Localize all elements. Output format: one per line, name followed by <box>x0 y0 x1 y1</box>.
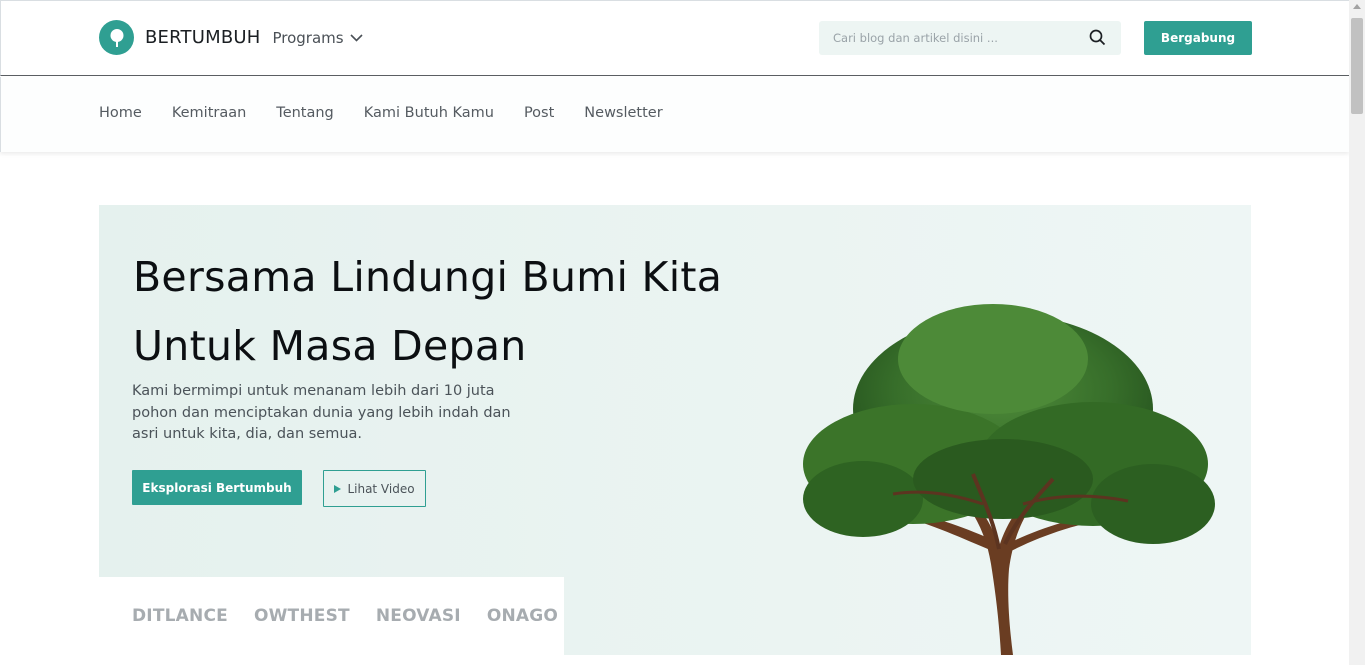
scroll-up-icon[interactable] <box>1353 4 1361 9</box>
partner-logo: OWTHEST <box>253 606 350 626</box>
chevron-down-icon <box>350 33 363 42</box>
explore-button[interactable]: Eksplorasi Bertumbuh <box>132 470 302 505</box>
watch-video-button[interactable]: Lihat Video <box>323 470 426 507</box>
partner-logo: NEOVASI <box>375 606 461 626</box>
search-icon[interactable] <box>1089 29 1106 50</box>
join-button[interactable]: Bergabung <box>1144 21 1252 55</box>
hero-description: Kami bermimpi untuk menanam lebih dari 1… <box>132 383 511 442</box>
partner-logo: DITLANCE <box>132 606 228 626</box>
search-input[interactable] <box>819 21 1079 55</box>
nav-item-newsletter[interactable]: Newsletter <box>584 105 662 121</box>
hero-title: Bersama Lindungi Bumi Kita Untuk Masa De… <box>133 243 833 381</box>
nav-item-post[interactable]: Post <box>524 105 554 121</box>
nav-item-kami-butuh-kamu[interactable]: Kami Butuh Kamu <box>364 105 494 121</box>
hero-title-line-2: Untuk Masa Depan <box>133 322 527 370</box>
search-box <box>819 21 1121 55</box>
partner-logo: ONAGO <box>486 606 559 626</box>
watch-video-label: Lihat Video <box>347 481 415 496</box>
tree-illustration <box>803 304 1215 655</box>
play-icon <box>334 484 342 493</box>
brand-name[interactable]: BERTUMBUH <box>145 27 260 48</box>
main-nav: Home Kemitraan Tentang Kami Butuh Kamu P… <box>0 77 1349 152</box>
nav-item-kemitraan[interactable]: Kemitraan <box>172 105 246 121</box>
top-header: BERTUMBUH Programs Bergabung <box>0 0 1349 76</box>
hero-title-line-1: Bersama Lindungi Bumi Kita <box>133 253 723 301</box>
scrollbar-thumb[interactable] <box>1351 18 1363 114</box>
programs-label: Programs <box>272 28 344 47</box>
programs-dropdown[interactable]: Programs <box>272 28 363 47</box>
nav-item-home[interactable]: Home <box>99 105 142 121</box>
partner-logos: DITLANCE OWTHEST NEOVASI ONAGO <box>99 577 564 655</box>
page-scrollbar[interactable] <box>1349 0 1365 665</box>
tree-logo-icon[interactable] <box>99 20 134 55</box>
hero-section: Bersama Lindungi Bumi Kita Untuk Masa De… <box>99 205 1251 655</box>
nav-item-tentang[interactable]: Tentang <box>276 105 333 121</box>
brand[interactable]: BERTUMBUH Programs <box>99 20 363 55</box>
